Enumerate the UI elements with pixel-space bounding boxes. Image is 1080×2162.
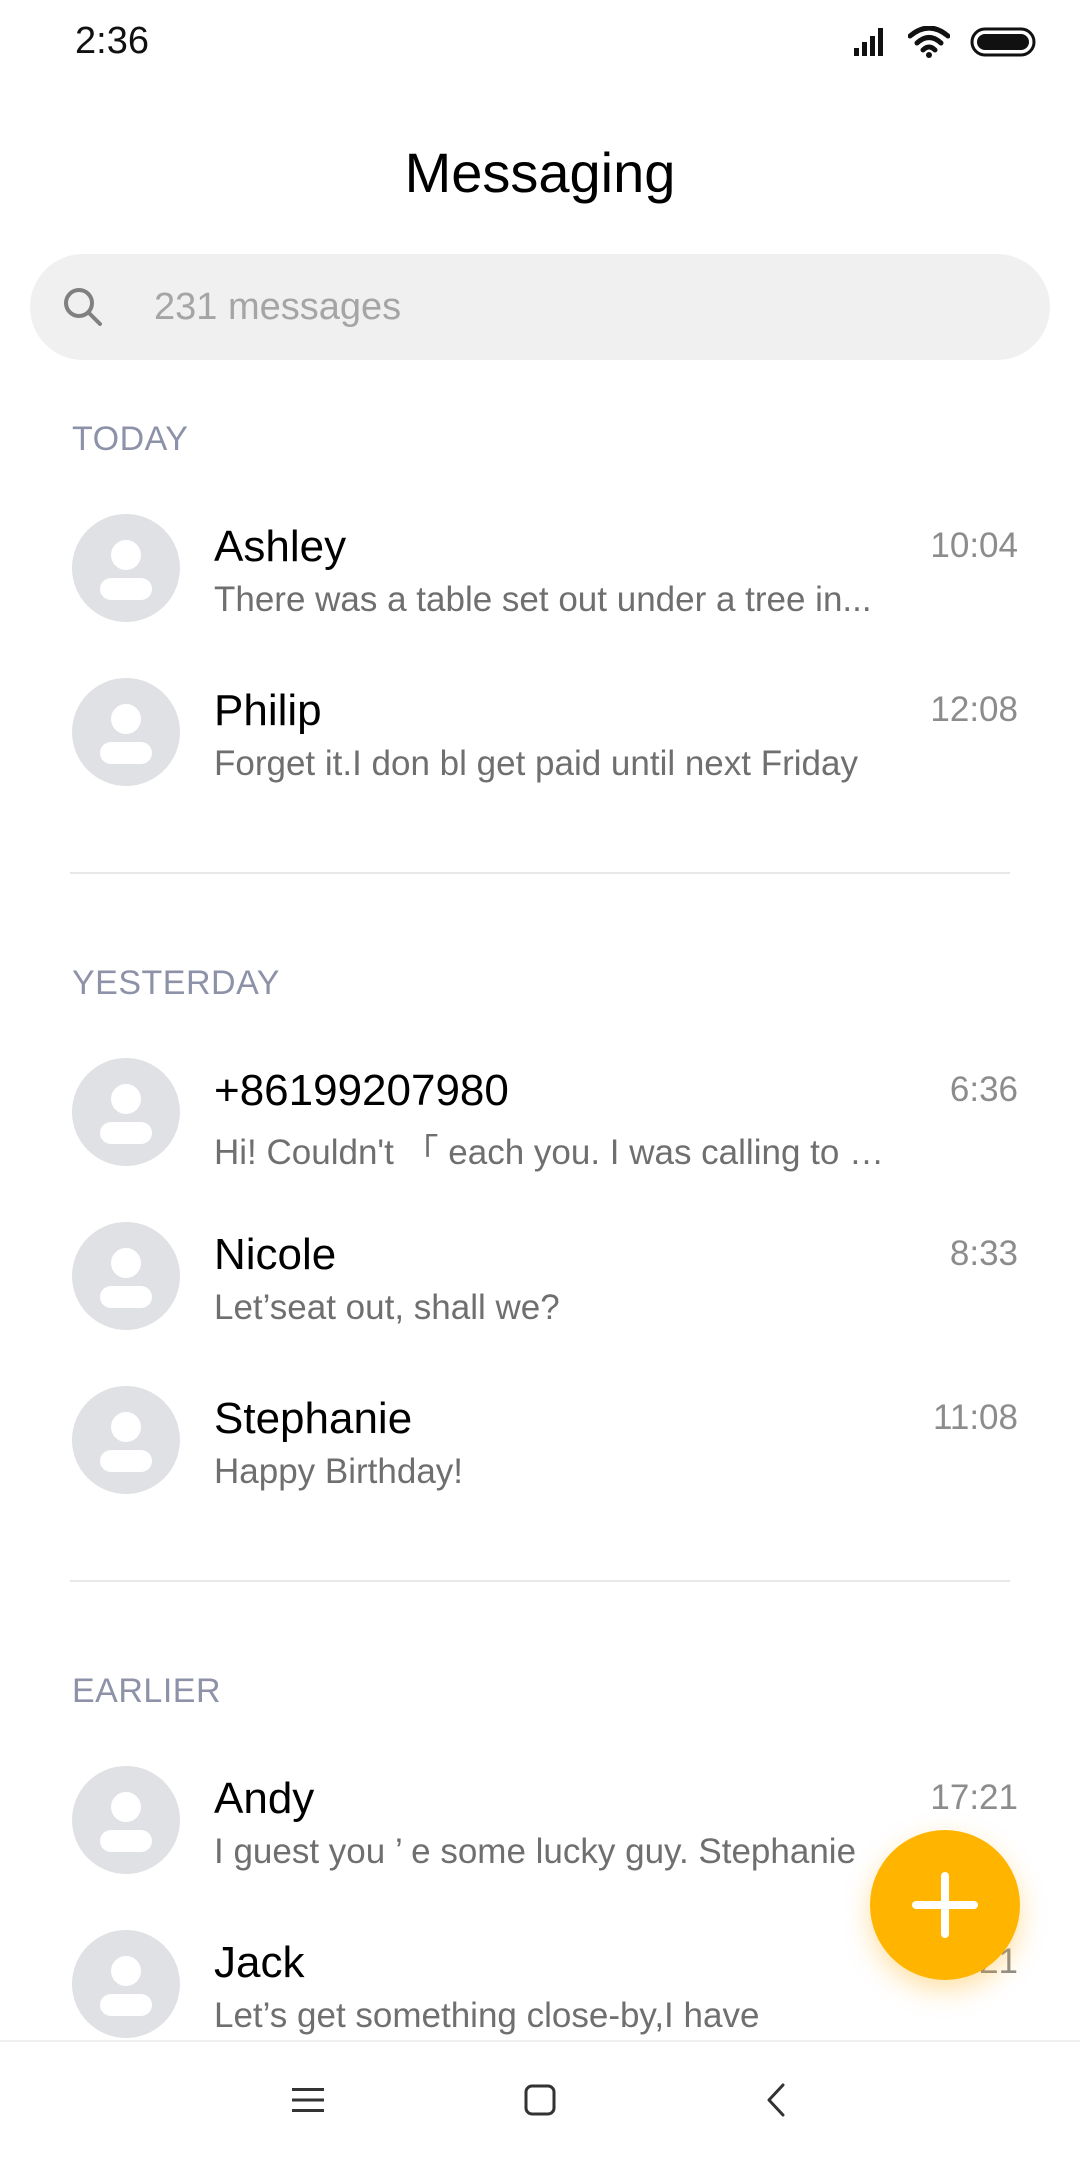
signal-icon <box>854 27 888 61</box>
message-time: 6:36 <box>949 1070 1018 1109</box>
contact-name: Nicole <box>214 1230 337 1279</box>
section-divider <box>70 872 1010 874</box>
section-header-today: TODAY <box>72 420 189 458</box>
home-icon <box>524 2084 556 2121</box>
message-time: 11:08 <box>933 1398 1018 1437</box>
message-preview: I guest you ’ e some lucky guy. Stephani… <box>214 1832 857 1871</box>
back-button[interactable] <box>736 2062 816 2142</box>
section-header-earlier: EARLIER <box>72 1672 221 1710</box>
contact-name: Philip <box>214 686 322 735</box>
message-preview: Let’seat out, shall we? <box>214 1288 560 1327</box>
message-preview: Hi! Couldn't 「 each you. I was calling t… <box>214 1133 885 1172</box>
status-bar: 2:36 <box>0 0 1080 90</box>
message-time: 12:08 <box>930 690 1018 729</box>
home-button[interactable] <box>500 2062 580 2142</box>
contact-name: +86199207980 <box>214 1066 509 1115</box>
contact-name: Ashley <box>214 522 347 571</box>
avatar <box>72 514 180 622</box>
search-icon <box>60 284 106 330</box>
avatar <box>72 1930 180 2038</box>
avatar <box>72 678 180 786</box>
contact-name: Andy <box>214 1774 315 1823</box>
contact-name: Stephanie <box>214 1394 413 1443</box>
menu-button[interactable] <box>268 2062 348 2142</box>
message-time: 17:21 <box>930 1778 1018 1817</box>
message-preview: Forget it.I don bl get paid until next F… <box>214 744 858 783</box>
page-title: Messaging <box>404 141 676 204</box>
section-header-yesterday: YESTERDAY <box>72 964 280 1002</box>
avatar <box>72 1766 180 1874</box>
avatar <box>72 1386 180 1494</box>
conversation-row[interactable]: Nicole Let’seat out, shall we? 8:33 <box>0 1192 1080 1356</box>
menu-icon <box>292 2086 324 2119</box>
status-time: 2:36 <box>75 20 149 62</box>
new-message-button[interactable] <box>870 1830 1020 1980</box>
conversation-row[interactable]: +86199207980 Hi! Couldn't 「 each you. I … <box>0 1028 1080 1192</box>
navigation-bar <box>0 2040 1080 2162</box>
status-icons <box>854 24 1038 64</box>
message-preview: Happy Birthday! <box>214 1452 464 1491</box>
search-bar[interactable] <box>30 254 1050 360</box>
message-preview: Let’s get something close-by,I have <box>214 1996 760 2035</box>
avatar <box>72 1058 180 1166</box>
search-input[interactable] <box>154 254 1014 360</box>
battery-icon <box>970 26 1038 63</box>
conversation-row[interactable]: Stephanie Happy Birthday! 11:08 <box>0 1356 1080 1520</box>
message-time: 8:33 <box>949 1234 1018 1273</box>
wifi-icon <box>907 25 951 63</box>
message-time: 10:04 <box>930 526 1018 565</box>
conversation-row[interactable]: Philip Forget it.I don bl get paid until… <box>0 648 1080 812</box>
back-icon <box>765 2083 787 2122</box>
message-preview: There was a table set out under a tree i… <box>214 580 872 619</box>
conversation-row[interactable]: Ashley There was a table set out under a… <box>0 484 1080 648</box>
avatar <box>72 1222 180 1330</box>
section-divider <box>70 1580 1010 1582</box>
contact-name: Jack <box>214 1938 305 1987</box>
